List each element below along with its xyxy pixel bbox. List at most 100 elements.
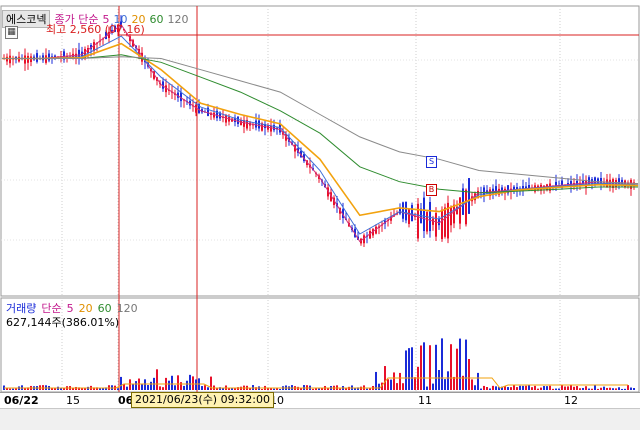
volume-bar-60 (183, 385, 185, 390)
volume-bar-200 (603, 386, 605, 390)
ma-line-10 (2, 35, 639, 235)
candle-body-154 (465, 189, 467, 225)
volume-pane-header: 거래량 단순 5 20 60 120 (6, 302, 138, 315)
volume-bar-157 (474, 385, 476, 390)
volume-bar-66 (201, 386, 203, 390)
volume-bar-177 (534, 385, 536, 390)
candle-body-132 (399, 208, 401, 214)
volume-bar-185 (558, 388, 560, 390)
volume-bar-90 (273, 388, 275, 390)
volume-indicator-label[interactable]: 단순 (41, 302, 61, 315)
volume-bar-168 (507, 387, 509, 390)
candle-body-78 (237, 116, 239, 124)
volume-bar-160 (483, 385, 485, 390)
volume-bar-2 (9, 388, 11, 390)
volume-bar-46 (141, 384, 143, 390)
candle-body-134 (405, 201, 407, 221)
volume-bar-182 (549, 385, 551, 390)
volume-ma-label-20[interactable]: 20 (79, 302, 93, 315)
volume-bar-151 (456, 348, 458, 390)
x-axis: 06/22 15 06 10 11 12 (0, 392, 640, 409)
volume-bar-173 (522, 385, 524, 390)
high-price-label: 최고 2,560 (07.16) (46, 23, 145, 36)
volume-bar-139 (420, 345, 422, 390)
volume-tag[interactable]: 거래량 (6, 302, 36, 315)
volume-bar-136 (411, 347, 413, 390)
volume-bar-137 (414, 377, 416, 390)
volume-bar-64 (195, 379, 197, 390)
candle-body-15 (48, 53, 50, 61)
volume-bar-155 (468, 359, 470, 390)
volume-bar-52 (159, 386, 161, 390)
chart-canvas[interactable] (0, 0, 640, 430)
volume-bar-150 (453, 376, 455, 390)
grid-toggle-button[interactable]: ▦ (5, 26, 18, 39)
volume-ma-label-60[interactable]: 60 (98, 302, 112, 315)
ma-label-60[interactable]: 60 (149, 13, 163, 26)
volume-bar-187 (564, 386, 566, 390)
volume-bar-4 (15, 388, 17, 390)
candle-body-8 (27, 55, 29, 63)
candle-body-85 (258, 120, 260, 129)
candle-body-136 (411, 205, 413, 222)
volume-bar-149 (450, 344, 452, 390)
volume-ma-label-120[interactable]: 120 (117, 302, 138, 315)
candle-body-7 (24, 55, 26, 64)
volume-bar-38 (117, 388, 119, 390)
volume-value-label: 627,144주(386.01%) (6, 316, 120, 329)
candle-body-152 (459, 197, 461, 224)
volume-bar-48 (147, 385, 149, 390)
volume-bar-128 (387, 379, 389, 390)
volume-bar-141 (426, 386, 428, 390)
volume-ma-label-5[interactable]: 5 (67, 302, 74, 315)
volume-bar-105 (318, 388, 320, 390)
volume-bar-174 (525, 385, 527, 390)
candle-body-143 (432, 218, 434, 225)
volume-bar-134 (405, 350, 407, 390)
volume-bar-33 (102, 388, 104, 390)
volume-bar-26 (81, 388, 83, 390)
ma-label-120[interactable]: 120 (167, 13, 188, 26)
volume-bar-86 (261, 388, 263, 390)
volume-bar-202 (609, 387, 611, 390)
volume-bar-181 (546, 386, 548, 390)
ma-line-60 (2, 54, 638, 194)
volume-bar-39 (120, 376, 122, 390)
candle-body-141 (426, 212, 428, 232)
volume-bar-23 (72, 388, 74, 390)
volume-bar-156 (471, 379, 473, 390)
volume-bar-59 (180, 382, 182, 390)
volume-bar-49 (150, 381, 152, 390)
candle-body-135 (408, 208, 410, 224)
bottom-scroll-strip[interactable] (0, 408, 640, 430)
volume-bar-43 (132, 384, 134, 390)
volume-bar-196 (591, 388, 593, 390)
volume-bar-204 (615, 388, 617, 390)
volume-bar-92 (279, 388, 281, 390)
volume-bar-44 (135, 381, 137, 390)
volume-bar-58 (177, 375, 179, 390)
volume-bar-163 (492, 385, 494, 390)
volume-bar-131 (396, 383, 398, 390)
buy-marker-badge[interactable]: B (426, 184, 437, 196)
volume-bar-201 (606, 387, 608, 390)
volume-bar-180 (543, 386, 545, 390)
volume-bar-162 (489, 388, 491, 390)
volume-bar-67 (204, 385, 206, 390)
x-tick-12: 12 (564, 394, 578, 407)
candle-body-11 (36, 53, 38, 62)
x-tick-0622: 06/22 (4, 394, 39, 407)
volume-bar-47 (144, 379, 146, 390)
volume-bar-121 (366, 388, 368, 390)
sell-marker-badge[interactable]: S (426, 156, 437, 168)
volume-bar-1 (6, 388, 8, 390)
volume-bar-75 (228, 388, 230, 390)
x-tick-15: 15 (66, 394, 80, 407)
volume-bar-188 (567, 386, 569, 390)
volume-bar-122 (369, 388, 371, 390)
volume-bar-51 (156, 369, 158, 390)
volume-bar-56 (171, 375, 173, 390)
volume-bar-192 (579, 388, 581, 390)
volume-bar-129 (390, 379, 392, 390)
volume-bar-57 (174, 385, 176, 390)
